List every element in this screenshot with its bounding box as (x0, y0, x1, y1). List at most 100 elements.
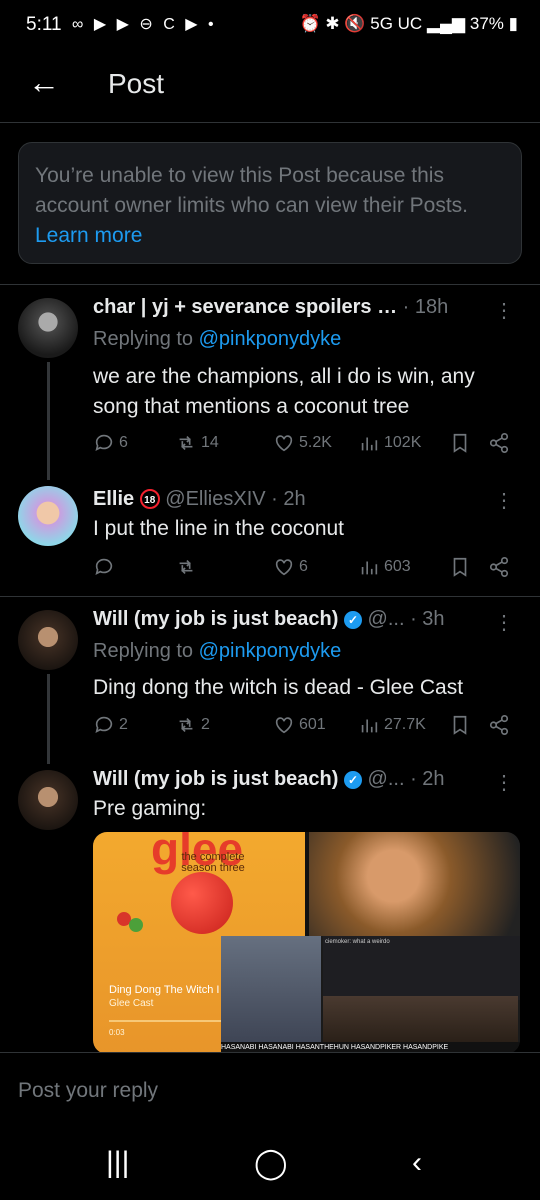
share-button[interactable] (488, 556, 510, 578)
recent-apps-icon[interactable]: ||| (106, 1146, 129, 1180)
repost-button[interactable]: 2 (175, 714, 210, 736)
post-time: · 3h (410, 608, 445, 630)
network-label: 5G UC (370, 14, 423, 33)
post-author[interactable]: char | yj + severance spoilers … · 18h (93, 296, 448, 319)
back-nav-icon[interactable]: ‹ (412, 1146, 422, 1180)
avatar[interactable] (18, 610, 78, 670)
chat-line: ciemoker: what a weirdo (325, 939, 390, 945)
views-icon (361, 561, 378, 575)
bookmark-button[interactable] (449, 714, 471, 736)
avatar[interactable] (18, 770, 78, 830)
like-button[interactable]: 6 (273, 556, 308, 578)
video-frame (309, 832, 520, 942)
reply-count: 6 (119, 434, 128, 451)
reply-icon (95, 434, 113, 451)
author-name: Will (my job is just beach) (93, 608, 339, 630)
more-options-icon[interactable]: ⋮ (494, 610, 514, 635)
heart-icon (275, 717, 293, 734)
reply-input[interactable]: Post your reply (18, 1079, 158, 1103)
alarm-icon: ⏰ (299, 14, 321, 33)
like-count: 601 (299, 716, 326, 733)
reply-count: 2 (119, 716, 128, 733)
track-title: Ding Dong The Witch I (109, 984, 220, 996)
post-text: Ding dong the witch is dead - Glee Cast (93, 676, 464, 699)
views-button[interactable]: 27.7K (358, 714, 426, 736)
views-button[interactable]: 603 (358, 556, 411, 578)
bookmark-button[interactable] (449, 556, 471, 578)
views-icon (361, 437, 378, 451)
like-count: 5.2K (299, 434, 332, 451)
post-time: · 2h (410, 768, 445, 790)
like-count: 6 (299, 558, 308, 575)
like-button[interactable]: 601 (273, 714, 326, 736)
reply-bar: Post your reply (0, 1052, 540, 1133)
header-divider (0, 122, 540, 123)
post-author[interactable]: Will (my job is just beach) ✓ @... · 2h (93, 768, 445, 791)
replying-label: Replying to (93, 328, 199, 350)
bookmark-icon (453, 433, 467, 453)
stream-overlay: ciemoker: what a weirdo HASANABI HASANAB… (221, 936, 520, 1054)
views-button[interactable]: 102K (358, 432, 421, 454)
post-text: Pre gaming: (93, 797, 207, 820)
repost-button[interactable]: 14 (175, 432, 219, 454)
heart-icon (275, 435, 293, 452)
system-nav-bar: ||| ◯ ‹ (0, 1132, 540, 1200)
like-button[interactable]: 5.2K (273, 432, 332, 454)
post-author[interactable]: Ellie 18 @ElliesXIV · 2h (93, 488, 306, 511)
author-name: Ellie (93, 488, 135, 510)
share-icon (489, 715, 509, 735)
post-actions: 2 2 601 27.7K (93, 714, 518, 742)
home-icon[interactable]: ◯ (254, 1146, 288, 1181)
avatar[interactable] (18, 298, 78, 358)
share-button[interactable] (488, 714, 510, 736)
views-icon (361, 719, 378, 733)
post-text: I put the line in the coconut (93, 517, 345, 540)
notice-divider (0, 284, 540, 285)
verified-badge-icon: ✓ (343, 611, 362, 629)
learn-more-link[interactable]: Learn more (35, 224, 142, 247)
bluetooth-icon: ✱ (325, 14, 340, 33)
replying-to: Replying to @pinkponydyke (93, 328, 341, 351)
post-time: · 18h (402, 296, 449, 318)
battery-icon: ▮ (508, 14, 518, 33)
author-handle: @... (367, 608, 405, 630)
author-name: Will (my job is just beach) (93, 768, 339, 790)
more-options-icon[interactable]: ⋮ (494, 488, 514, 513)
post-actions: 6 14 5.2K 102K (93, 432, 518, 460)
replying-label: Replying to (93, 640, 199, 662)
share-icon (489, 557, 509, 577)
share-button[interactable] (488, 432, 510, 454)
restricted-post-notice: You’re unable to view this Post because … (18, 142, 522, 264)
red-ball (171, 872, 233, 934)
top-header: ← Post (0, 50, 540, 120)
repost-count: 14 (201, 434, 219, 451)
post-text: we are the champions, all i do is win, a… (93, 365, 475, 418)
stream-left-panel (221, 936, 321, 1054)
post-actions: 6 603 (93, 556, 518, 584)
track-artist: Glee Cast (109, 998, 154, 1009)
post-author[interactable]: Will (my job is just beach) ✓ @... · 3h (93, 608, 445, 631)
repost-button[interactable] (175, 556, 201, 578)
reply-button[interactable] (93, 556, 119, 578)
track-elapsed: 0:03 (109, 1028, 125, 1037)
thread-line (47, 674, 50, 764)
notice-text: You’re unable to view this Post because … (35, 164, 469, 217)
page-title: Post (108, 68, 165, 99)
bookmark-button[interactable] (449, 432, 471, 454)
reply-icon (95, 558, 113, 575)
back-arrow-icon[interactable]: ← (28, 64, 60, 101)
mute-icon: 🔇 (344, 14, 366, 33)
reply-button[interactable]: 2 (93, 714, 128, 736)
post-media[interactable]: glee the complete season three Ding Dong… (93, 832, 520, 1054)
thread-line (47, 362, 50, 480)
avatar[interactable] (18, 486, 78, 546)
replying-handle[interactable]: @pinkponydyke (199, 640, 342, 662)
replying-handle[interactable]: @pinkponydyke (199, 328, 342, 350)
reply-button[interactable]: 6 (93, 432, 128, 454)
view-count: 27.7K (384, 716, 426, 733)
bookmark-icon (453, 715, 467, 735)
more-options-icon[interactable]: ⋮ (494, 770, 514, 795)
more-options-icon[interactable]: ⋮ (494, 298, 514, 323)
album-subtitle: the complete season three (181, 851, 245, 874)
status-right: ⏰ ✱ 🔇 5G UC ▂▄▆ 37% ▮ (299, 14, 518, 34)
